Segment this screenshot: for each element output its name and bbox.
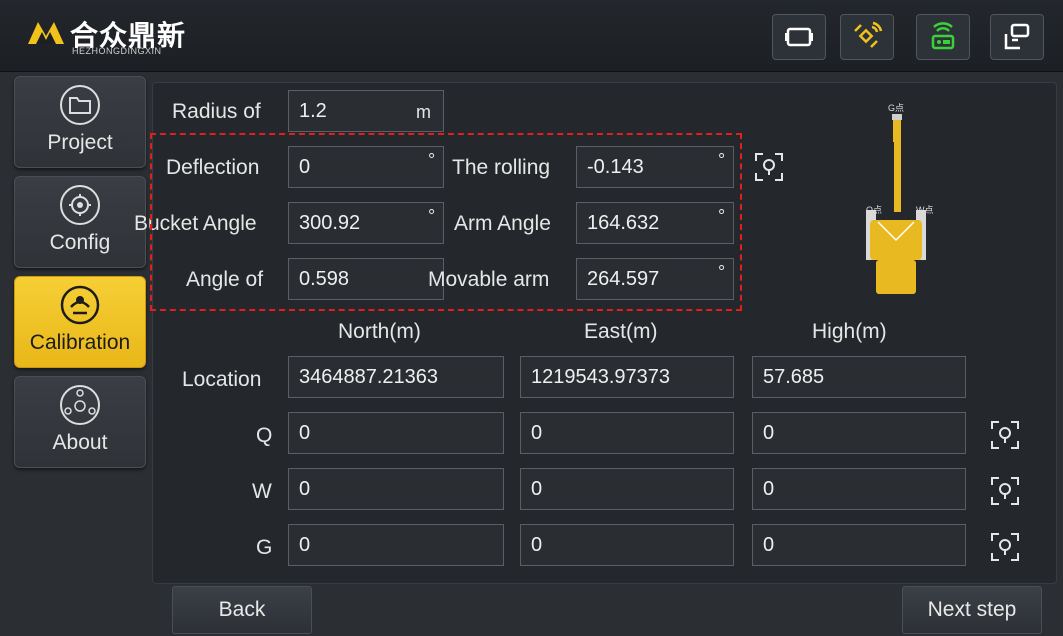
scan-target-icon[interactable] (990, 476, 1020, 506)
column-header-north: North(m) (338, 320, 421, 343)
location-high-input[interactable]: 57.685 (752, 356, 966, 398)
radius-value: 1.2 (299, 99, 327, 122)
nav-item-about[interactable]: About (14, 376, 146, 468)
w-north-input[interactable]: 0 (288, 468, 504, 510)
nav-item-calibration[interactable]: Calibration (14, 276, 146, 368)
calibration-icon (60, 285, 100, 325)
folder-icon (60, 85, 100, 125)
w-east-input[interactable]: 0 (520, 468, 734, 510)
cell-value: 0 (763, 533, 775, 556)
location-north-input[interactable]: 3464887.21363 (288, 356, 504, 398)
q-north-input[interactable]: 0 (288, 412, 504, 454)
scan-target-icon[interactable] (754, 152, 784, 182)
next-step-button-label: Next step (927, 598, 1017, 621)
top-bar: 合众鼎新 HEZHONGDINGXIN (0, 0, 1063, 72)
g-east-input[interactable]: 0 (520, 524, 734, 566)
cell-value: 57.685 (763, 365, 825, 388)
g-north-input[interactable]: 0 (288, 524, 504, 566)
scan-target-icon[interactable] (990, 532, 1020, 562)
scan-target-icon[interactable] (990, 420, 1020, 450)
w-point-label: W点 (916, 205, 934, 215)
back-button[interactable]: Back (172, 586, 312, 634)
satellite-button[interactable] (840, 14, 894, 60)
satellite-icon (854, 21, 883, 48)
q-east-input[interactable]: 0 (520, 412, 734, 454)
nav-label: Project (47, 131, 113, 154)
location-east-input[interactable]: 1219543.97373 (520, 356, 734, 398)
cell-value: 3464887.21363 (299, 365, 439, 388)
logo: 合众鼎新 HEZHONGDINGXIN (26, 10, 206, 62)
highlight-box (150, 133, 742, 311)
row-label-q: Q (256, 424, 273, 447)
nav-item-config[interactable]: Config (14, 176, 146, 268)
row-label-w: W (252, 480, 272, 503)
logo-icon (28, 22, 64, 44)
radio-icon (931, 22, 955, 50)
switch-icon (1004, 23, 1030, 50)
q-high-input[interactable]: 0 (752, 412, 966, 454)
cell-value: 0 (531, 477, 543, 500)
cell-value: 0 (763, 477, 775, 500)
q-point-label: Q点 (866, 205, 883, 215)
nav-label: Config (49, 231, 111, 254)
nav-label: About (52, 431, 108, 454)
screen-icon (785, 27, 813, 47)
cell-value: 0 (299, 421, 311, 444)
cell-value: 0 (531, 533, 543, 556)
switch-button[interactable] (990, 14, 1044, 60)
cell-value: 0 (299, 477, 311, 500)
cell-value: 1219543.97373 (531, 365, 671, 388)
excavator-diagram (866, 114, 926, 294)
gear-icon (60, 185, 100, 225)
w-high-input[interactable]: 0 (752, 468, 966, 510)
cell-value: 0 (299, 533, 311, 556)
nav-item-project[interactable]: Project (14, 76, 146, 168)
radius-label: Radius of (172, 100, 261, 123)
radio-button[interactable] (916, 14, 970, 60)
screen-button[interactable] (772, 14, 826, 60)
g-high-input[interactable]: 0 (752, 524, 966, 566)
radius-unit: m (416, 102, 431, 122)
logo-subtext: HEZHONGDINGXIN (72, 46, 162, 56)
g-point-label: G点 (888, 103, 905, 113)
cell-value: 0 (763, 421, 775, 444)
row-label-g: G (256, 536, 273, 559)
nav-label: Calibration (29, 331, 131, 354)
back-button-label: Back (218, 598, 266, 621)
next-step-button[interactable]: Next step (902, 586, 1042, 634)
about-icon (60, 385, 100, 425)
cell-value: 0 (531, 421, 543, 444)
row-label-location: Location (182, 368, 262, 391)
column-header-east: East(m) (584, 320, 658, 343)
column-header-high: High(m) (812, 320, 887, 343)
